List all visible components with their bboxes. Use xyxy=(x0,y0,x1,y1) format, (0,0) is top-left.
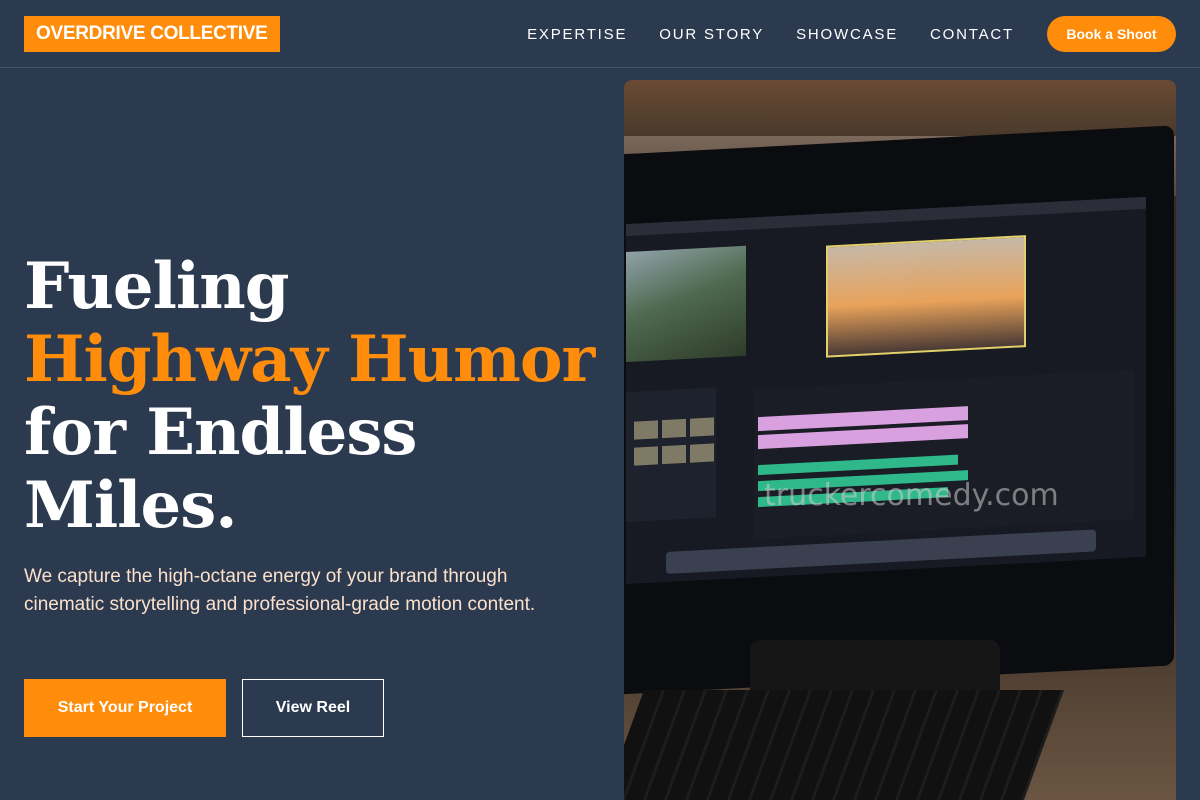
desktop-monitor xyxy=(624,125,1174,695)
program-monitor-panel xyxy=(826,235,1026,358)
editor-menubar xyxy=(626,196,1146,237)
headline-line-1: Fueling xyxy=(24,249,289,324)
video-editor-screen xyxy=(626,196,1146,585)
main-nav: EXPERTISE OUR STORY SHOWCASE CONTACT xyxy=(495,0,1014,68)
editing-timeline xyxy=(754,369,1134,540)
keyboard xyxy=(624,690,1065,800)
media-thumbnail xyxy=(634,446,658,466)
media-thumbnail xyxy=(662,418,686,439)
source-monitor-panel xyxy=(626,245,746,363)
view-reel-button[interactable]: View Reel xyxy=(242,679,384,737)
book-a-shoot-button[interactable]: Book a Shoot xyxy=(1047,16,1176,52)
watermark-text: truckercomedy.com xyxy=(764,478,1059,513)
nav-link-contact[interactable]: CONTACT xyxy=(930,26,1014,43)
hero-subtext: We capture the high-octane energy of you… xyxy=(24,566,536,615)
headline-line-4: Miles. xyxy=(24,468,238,543)
start-your-project-button[interactable]: Start Your Project xyxy=(24,679,226,737)
media-bin-panel xyxy=(626,387,716,523)
nav-link-our-story[interactable]: OUR STORY xyxy=(659,26,764,43)
hero-image-editing-workstation: truckercomedy.com xyxy=(624,80,1176,800)
wooden-shelf xyxy=(624,80,1176,136)
os-dock xyxy=(666,529,1096,574)
media-thumbnail xyxy=(690,417,714,437)
headline-line-3: for Endless xyxy=(24,395,417,470)
headline-line-2-accent: Highway Humor xyxy=(24,322,595,397)
brand-logo[interactable]: OVERDRIVE COLLECTIVE xyxy=(24,16,280,52)
media-thumbnail xyxy=(662,444,686,465)
nav-link-expertise[interactable]: EXPERTISE xyxy=(527,26,627,43)
media-thumbnail xyxy=(634,420,658,440)
site-header: OVERDRIVE COLLECTIVE EXPERTISE OUR STORY… xyxy=(0,0,1200,68)
media-thumbnail xyxy=(690,443,714,463)
nav-link-showcase[interactable]: SHOWCASE xyxy=(796,26,898,43)
hero-headline: Fueling Highway Humor for Endless Miles. xyxy=(24,250,604,542)
